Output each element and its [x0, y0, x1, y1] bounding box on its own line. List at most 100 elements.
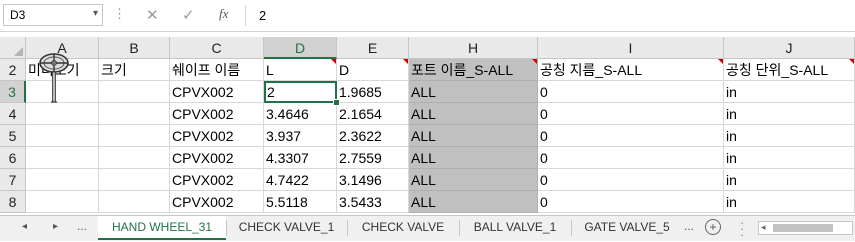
add-sheet-icon[interactable]: + — [705, 219, 721, 235]
cell-a7[interactable] — [26, 169, 99, 191]
cell-d3[interactable]: 2 — [264, 81, 337, 103]
formula-bar-divider — [245, 5, 246, 26]
cell-i4[interactable]: 0 — [538, 103, 724, 125]
hand-wheel-preview-image[interactable] — [36, 52, 72, 108]
enter-icon[interactable]: ✓ — [182, 6, 195, 24]
header-cell-b2[interactable]: 크기 — [99, 59, 170, 81]
sheet-tab-bar: ◂ ▸ ... HAND WHEEL_31 CHECK VALVE_1 CHEC… — [0, 215, 855, 241]
cell-i3[interactable]: 0 — [538, 81, 724, 103]
cell-b8[interactable] — [99, 191, 170, 213]
cell-j7[interactable]: in — [724, 169, 855, 191]
cell-b7[interactable] — [99, 169, 170, 191]
column-header-d[interactable]: D — [264, 37, 337, 59]
cell-d6[interactable]: 4.3307 — [264, 147, 337, 169]
comment-indicator-icon — [849, 59, 854, 64]
cancel-icon[interactable]: ✕ — [146, 6, 159, 24]
cell-h3[interactable]: ALL — [409, 81, 538, 103]
header-cell-i2[interactable]: 공칭 지름_S-ALL — [538, 59, 724, 81]
sheet-tab-check-valve-1[interactable]: CHECK VALVE_1 — [227, 216, 346, 240]
cell-j4[interactable]: in — [724, 103, 855, 125]
cell-j5[interactable]: in — [724, 125, 855, 147]
scrollbar-thumb[interactable] — [773, 224, 833, 232]
cell-c5[interactable]: CPVX002 — [170, 125, 264, 147]
cell-d8[interactable]: 5.5118 — [264, 191, 337, 213]
cell-e3[interactable]: 1.9685 — [337, 81, 409, 103]
fill-handle[interactable] — [333, 99, 340, 106]
formula-bar-grip-icon[interactable]: ⋮ — [113, 7, 126, 21]
cell-h7[interactable]: ALL — [409, 169, 538, 191]
column-header-e[interactable]: E — [337, 37, 409, 59]
column-header-j[interactable]: J — [724, 37, 855, 59]
comment-indicator-icon — [331, 59, 336, 64]
row-header-7[interactable]: 7 — [0, 169, 26, 191]
formula-bar: D3 ▾ ⋮ ✕ ✓ fx 2 — [0, 0, 855, 32]
cell-h6[interactable]: ALL — [409, 147, 538, 169]
column-header-b[interactable]: B — [99, 37, 170, 59]
cell-i5[interactable]: 0 — [538, 125, 724, 147]
cell-e5[interactable]: 2.3622 — [337, 125, 409, 147]
header-cell-e2[interactable]: D — [337, 59, 409, 81]
cell-e4[interactable]: 2.1654 — [337, 103, 409, 125]
select-all-corner[interactable] — [0, 37, 26, 59]
row-header-6[interactable]: 6 — [0, 147, 26, 169]
header-cell-d2[interactable]: L — [264, 59, 337, 81]
cell-h8[interactable]: ALL — [409, 191, 538, 213]
cell-a8[interactable] — [26, 191, 99, 213]
name-box-value[interactable]: D3 — [10, 8, 25, 22]
cell-i6[interactable]: 0 — [538, 147, 724, 169]
cell-j8[interactable]: in — [724, 191, 855, 213]
cell-c4[interactable]: CPVX002 — [170, 103, 264, 125]
cell-h5[interactable]: ALL — [409, 125, 538, 147]
cell-e7[interactable]: 3.1496 — [337, 169, 409, 191]
cell-d4[interactable]: 3.4646 — [264, 103, 337, 125]
comment-indicator-icon — [403, 59, 408, 64]
horizontal-scrollbar[interactable]: ◂ — [758, 221, 853, 235]
cell-e6[interactable]: 2.7559 — [337, 147, 409, 169]
scroll-left-icon[interactable]: ◂ — [761, 222, 766, 233]
cell-j3[interactable]: in — [724, 81, 855, 103]
cell-a6[interactable] — [26, 147, 99, 169]
row-header-3[interactable]: 3 — [0, 81, 26, 103]
sheet-tab-hand-wheel-31[interactable]: HAND WHEEL_31 — [98, 216, 226, 240]
comment-indicator-icon — [718, 59, 723, 64]
next-sheet-icon[interactable]: ▸ — [53, 221, 58, 232]
cell-b5[interactable] — [99, 125, 170, 147]
formula-input[interactable]: 2 — [259, 8, 266, 23]
cell-h4[interactable]: ALL — [409, 103, 538, 125]
header-cell-j2[interactable]: 공칭 단위_S-ALL — [724, 59, 855, 81]
insert-function-icon[interactable]: fx — [219, 6, 228, 22]
cell-b3[interactable] — [99, 81, 170, 103]
more-sheets-left[interactable]: ... — [77, 219, 87, 233]
row-header-5[interactable]: 5 — [0, 125, 26, 147]
cell-d5[interactable]: 3.937 — [264, 125, 337, 147]
tab-split-grip-icon[interactable]: · · · — [740, 216, 744, 241]
header-cell-h2[interactable]: 포트 이름_S-ALL — [409, 59, 538, 81]
row-header-8[interactable]: 8 — [0, 191, 26, 213]
cell-c8[interactable]: CPVX002 — [170, 191, 264, 213]
prev-sheet-icon[interactable]: ◂ — [22, 221, 27, 232]
cell-b4[interactable] — [99, 103, 170, 125]
row-header-2[interactable]: 2 — [0, 59, 26, 81]
cell-c6[interactable]: CPVX002 — [170, 147, 264, 169]
column-header-i[interactable]: I — [538, 37, 724, 59]
cell-a5[interactable] — [26, 125, 99, 147]
sheet-tab-check-valve[interactable]: CHECK VALVE — [348, 216, 458, 240]
cell-e8[interactable]: 3.5433 — [337, 191, 409, 213]
cell-b6[interactable] — [99, 147, 170, 169]
cell-d7[interactable]: 4.7422 — [264, 169, 337, 191]
cell-j6[interactable]: in — [724, 147, 855, 169]
name-box-dropdown-icon[interactable]: ▾ — [93, 8, 98, 19]
sheet-tab-ball-valve-1[interactable]: BALL VALVE_1 — [460, 216, 570, 240]
row-header-4[interactable]: 4 — [0, 103, 26, 125]
header-cell-c2[interactable]: 쉐이프 이름 — [170, 59, 264, 81]
select-all-triangle-icon — [14, 47, 23, 56]
sheet-tab-gate-valve-5[interactable]: GATE VALVE_5 — [572, 216, 682, 240]
cell-c3[interactable]: CPVX002 — [170, 81, 264, 103]
more-sheets-right[interactable]: ... — [684, 219, 694, 233]
column-header-h[interactable]: H — [409, 37, 538, 59]
cell-c7[interactable]: CPVX002 — [170, 169, 264, 191]
name-box[interactable]: D3 ▾ — [3, 4, 103, 26]
cell-i7[interactable]: 0 — [538, 169, 724, 191]
cell-i8[interactable]: 0 — [538, 191, 724, 213]
column-header-c[interactable]: C — [170, 37, 264, 59]
